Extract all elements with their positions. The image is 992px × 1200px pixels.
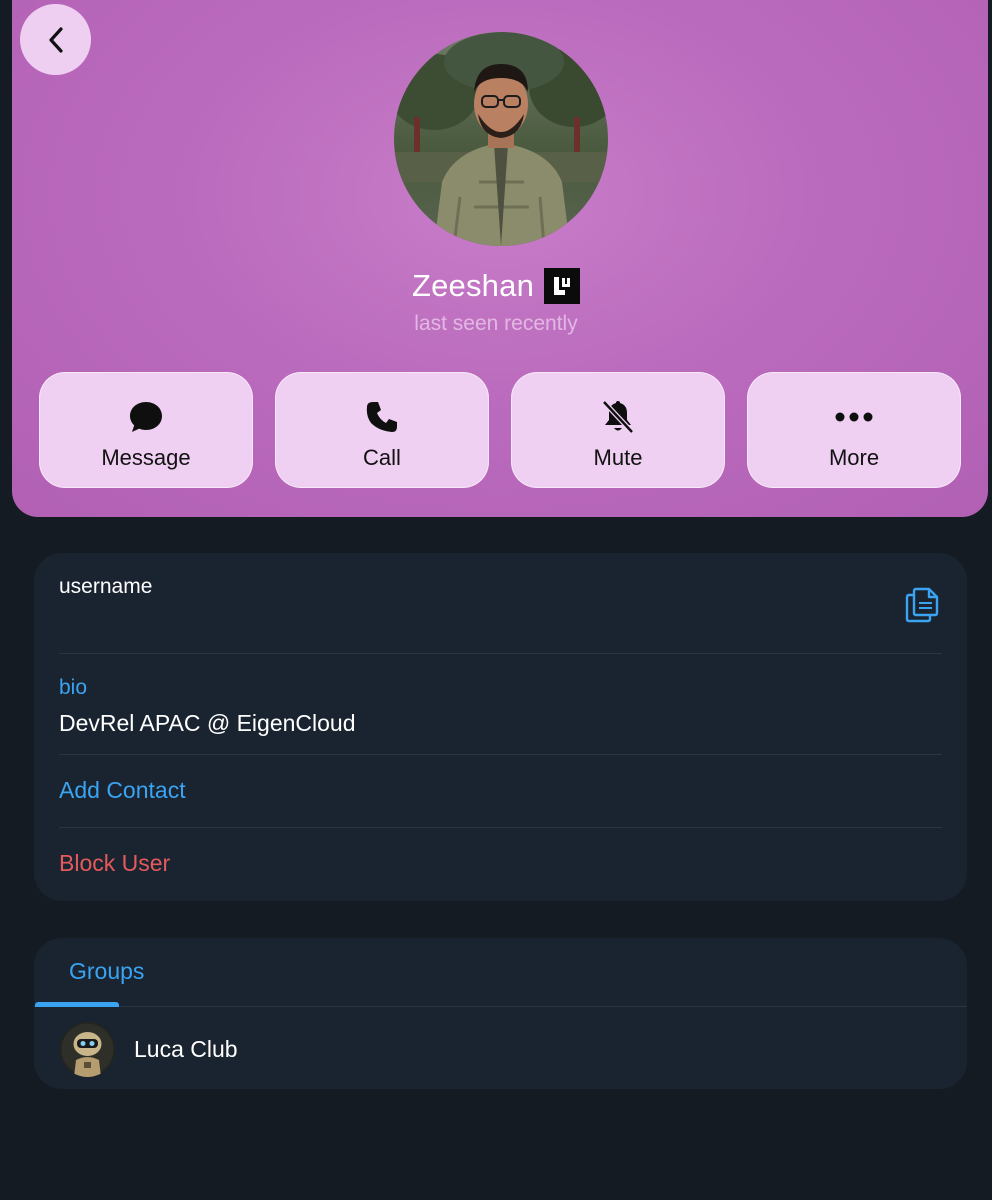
chat-bubble-icon (130, 402, 162, 432)
groups-card: Groups Luca Club (34, 938, 967, 1089)
divider (59, 827, 942, 828)
ellipsis-icon (835, 412, 873, 422)
bio-label: bio (59, 676, 88, 699)
brand-badge-icon[interactable] (544, 268, 581, 304)
username-label: username (59, 575, 153, 598)
tab-active-indicator (35, 1002, 119, 1007)
call-label: Call (363, 445, 401, 470)
message-label: Message (101, 445, 191, 470)
last-seen-status: last seen recently (414, 312, 578, 335)
call-button[interactable]: Call (275, 372, 489, 488)
bell-slash-icon (602, 400, 634, 434)
back-button[interactable] (20, 4, 91, 75)
phone-icon (366, 402, 397, 432)
mute-label: Mute (593, 445, 643, 470)
copy-icon (905, 587, 939, 623)
robot-avatar-icon[interactable] (60, 1022, 115, 1077)
group-name[interactable]: Luca Club (134, 1036, 238, 1063)
info-card: username bio DevRel APAC @ EigenCloud Ad… (34, 553, 967, 901)
copy-username-button[interactable] (904, 586, 940, 629)
tab-groups[interactable]: Groups (69, 958, 144, 985)
chevron-left-icon (48, 26, 63, 53)
action-buttons: Message Call Mute More (39, 372, 962, 488)
block-user-button[interactable]: Block User (59, 850, 170, 877)
profile-name: Zeeshan (411, 268, 535, 303)
message-button[interactable]: Message (39, 372, 253, 488)
divider (59, 653, 942, 654)
more-label: More (828, 445, 880, 470)
more-button[interactable]: More (747, 372, 961, 488)
profile-avatar[interactable] (394, 32, 608, 246)
profile-name-row: Zeeshan (0, 268, 992, 304)
tab-divider (34, 1006, 967, 1007)
add-contact-button[interactable]: Add Contact (59, 777, 186, 804)
divider (59, 754, 942, 755)
bio-value[interactable]: DevRel APAC @ EigenCloud (59, 710, 356, 737)
mute-button[interactable]: Mute (511, 372, 725, 488)
